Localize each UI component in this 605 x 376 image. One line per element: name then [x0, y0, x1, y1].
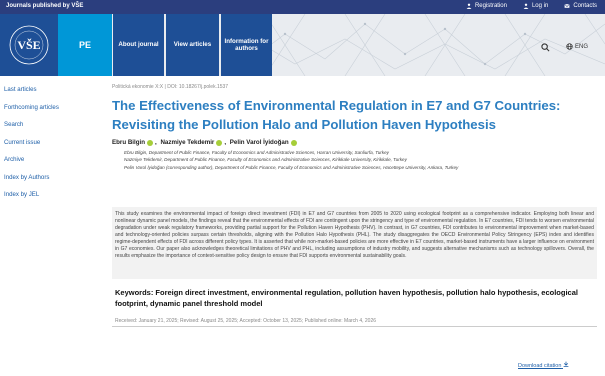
orcid-icon[interactable]	[290, 139, 297, 146]
sidebar-item-index-jel[interactable]: Index by JEL	[4, 191, 92, 209]
affiliation-line: Pelin Varol İyidoğan (corresponding auth…	[124, 164, 459, 170]
search-icon[interactable]	[541, 43, 550, 52]
orcid-icon[interactable]	[147, 139, 153, 146]
header-pattern	[245, 14, 605, 76]
affiliation-line: Ebru Bilgin, Department of Public Financ…	[124, 150, 389, 155]
svg-text:VŠE: VŠE	[17, 38, 40, 52]
nav-view-articles[interactable]: View articles	[166, 14, 219, 76]
sidebar-item-forthcoming[interactable]: Forthcoming articles	[4, 104, 92, 122]
top-links: Registration Log in Contacts	[466, 3, 597, 9]
sidebar-item-index-authors[interactable]: Index by Authors	[4, 174, 92, 192]
nav-about-journal[interactable]: About journal	[113, 14, 164, 76]
affiliation-line: Nazmiye Tekdemir, Department of Public F…	[124, 157, 407, 163]
abstract: This study examines the environmental im…	[112, 207, 597, 279]
top-bar: Journals published by VŠE Registration L…	[0, 0, 605, 14]
globe-icon	[566, 43, 573, 50]
sidebar-item-archive[interactable]: Archive	[4, 156, 92, 174]
affiliations: Ebru Bilgin, Department of Public Financ…	[124, 149, 596, 171]
user-plus-icon	[466, 3, 472, 9]
author-name[interactable]: Ebru Bilgin	[112, 139, 145, 146]
download-icon	[563, 361, 569, 367]
vse-logo-mark: VŠE	[9, 25, 49, 65]
article-meta: Politická ekonomie X:X | DOI: 10.18267/j…	[112, 84, 229, 90]
login-link[interactable]: Log in	[523, 3, 548, 9]
contacts-link[interactable]: Contacts	[564, 3, 597, 9]
vse-logo[interactable]: VŠE	[0, 14, 58, 76]
mail-icon	[564, 3, 570, 8]
download-citation-link[interactable]: Download citation	[518, 361, 569, 369]
sidebar-item-current-issue[interactable]: Current issue	[4, 139, 92, 157]
article-title: The Effectiveness of Environmental Regul…	[112, 98, 561, 132]
author-name[interactable]: Pelin Varol İyidoğan	[230, 139, 289, 146]
publisher-label: Journals published by VŠE	[6, 3, 84, 9]
author-name[interactable]: Nazmiye Tekdemir	[160, 139, 214, 146]
sidebar: Last articles Forthcoming articles Searc…	[4, 86, 92, 209]
article-main: Politická ekonomie X:X | DOI: 10.18267/j…	[112, 84, 596, 171]
login-icon	[523, 3, 529, 9]
author-list: Ebru Bilgin , Nazmiye Tekdemir , Pelin V…	[112, 139, 596, 146]
divider	[112, 326, 597, 327]
registration-link[interactable]: Registration	[466, 3, 507, 9]
language-selector[interactable]: ENG	[566, 43, 588, 50]
sidebar-item-last-articles[interactable]: Last articles	[4, 86, 92, 104]
nav-information-for-authors[interactable]: Information for authors	[221, 14, 272, 76]
keywords: Keywords: Foreign direct investment, env…	[115, 288, 578, 308]
site-header: VŠE PE About journal View articles Infor…	[0, 14, 605, 76]
sidebar-item-search[interactable]: Search	[4, 121, 92, 139]
orcid-icon[interactable]	[216, 139, 223, 146]
journal-abbr-button[interactable]: PE	[58, 14, 112, 76]
publication-dates: Received: January 21, 2025; Revised: Aug…	[115, 318, 377, 324]
